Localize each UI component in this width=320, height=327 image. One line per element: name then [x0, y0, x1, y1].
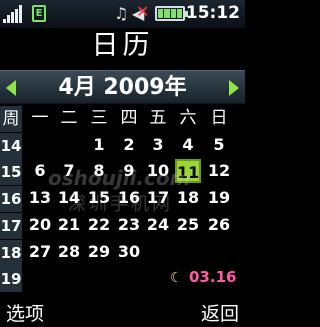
music-icon: ♫	[114, 4, 129, 23]
watermark-text: 深圳手机网	[68, 194, 173, 215]
battery-icon	[155, 6, 188, 21]
day-cell[interactable]: 5	[206, 133, 232, 157]
week-number: 14	[0, 132, 22, 159]
calendar-week-row: 14 1 2 3 4 5	[0, 132, 245, 159]
week-number: 19	[0, 266, 22, 293]
day-cell[interactable]: 19	[206, 186, 232, 210]
weekday-label: 一	[31, 108, 49, 128]
week-number: 18	[0, 239, 22, 266]
weekday-label: 三	[90, 108, 108, 128]
day-cell[interactable]: 26	[206, 213, 232, 237]
day-cell[interactable]: 12	[206, 159, 232, 183]
day-cell[interactable]: 28	[56, 240, 82, 264]
message-icon: E	[32, 5, 46, 22]
day-cell[interactable]: 27	[27, 240, 53, 264]
day-cell[interactable]: 2	[116, 133, 142, 157]
calendar-week-row: 17 20 21 22 23 24 25 26	[0, 212, 245, 239]
day-cell[interactable]: 21	[56, 213, 82, 237]
weekday-label: 五	[149, 108, 167, 128]
status-bar: E ♫ ◀ ✕ 15:12	[0, 0, 245, 28]
day-cell[interactable]: 24	[145, 213, 171, 237]
day-cell[interactable]: 25	[175, 213, 201, 237]
day-cell[interactable]: 4	[175, 133, 201, 157]
week-number-header: 周	[0, 106, 22, 132]
month-label[interactable]: 4月 2009年	[24, 71, 221, 105]
prev-month-arrow-icon[interactable]	[6, 80, 16, 96]
weekday-label: 六	[179, 108, 197, 128]
day-cell[interactable]: 3	[145, 133, 171, 157]
back-softkey[interactable]: 返回	[201, 299, 239, 326]
week-number: 16	[0, 186, 22, 213]
day-cell[interactable]: 20	[27, 213, 53, 237]
day-cell[interactable]: 22	[86, 213, 112, 237]
day-cell[interactable]: 23	[116, 213, 142, 237]
day-cell[interactable]: 29	[86, 240, 112, 264]
calendar-week-row: 18 27 28 29 30	[0, 239, 245, 266]
day-cell[interactable]: 1	[86, 133, 112, 157]
weekday-label: 日	[210, 108, 228, 128]
page-title: 日历	[91, 30, 154, 61]
weekday-header-row: 周一二三四五六日	[0, 106, 245, 132]
week-number: 17	[0, 212, 22, 239]
lunar-date: 03.16	[189, 268, 237, 286]
mute-icon: ◀ ✕	[132, 2, 150, 23]
month-navigator: 4月 2009年	[0, 70, 245, 104]
week-number: 15	[0, 159, 22, 186]
signal-icon	[3, 5, 25, 23]
day-cell[interactable]: 30	[116, 240, 142, 264]
watermark-url: oshoujii.com	[48, 166, 191, 190]
moon-icon: ☾	[170, 270, 183, 286]
next-month-arrow-icon[interactable]	[229, 80, 239, 96]
options-softkey[interactable]: 选项	[6, 299, 44, 326]
weekday-label: 四	[120, 108, 138, 128]
weekday-label: 二	[60, 108, 78, 128]
softkey-bar: 选项 返回	[0, 297, 245, 327]
clock: 15:12	[185, 3, 240, 23]
